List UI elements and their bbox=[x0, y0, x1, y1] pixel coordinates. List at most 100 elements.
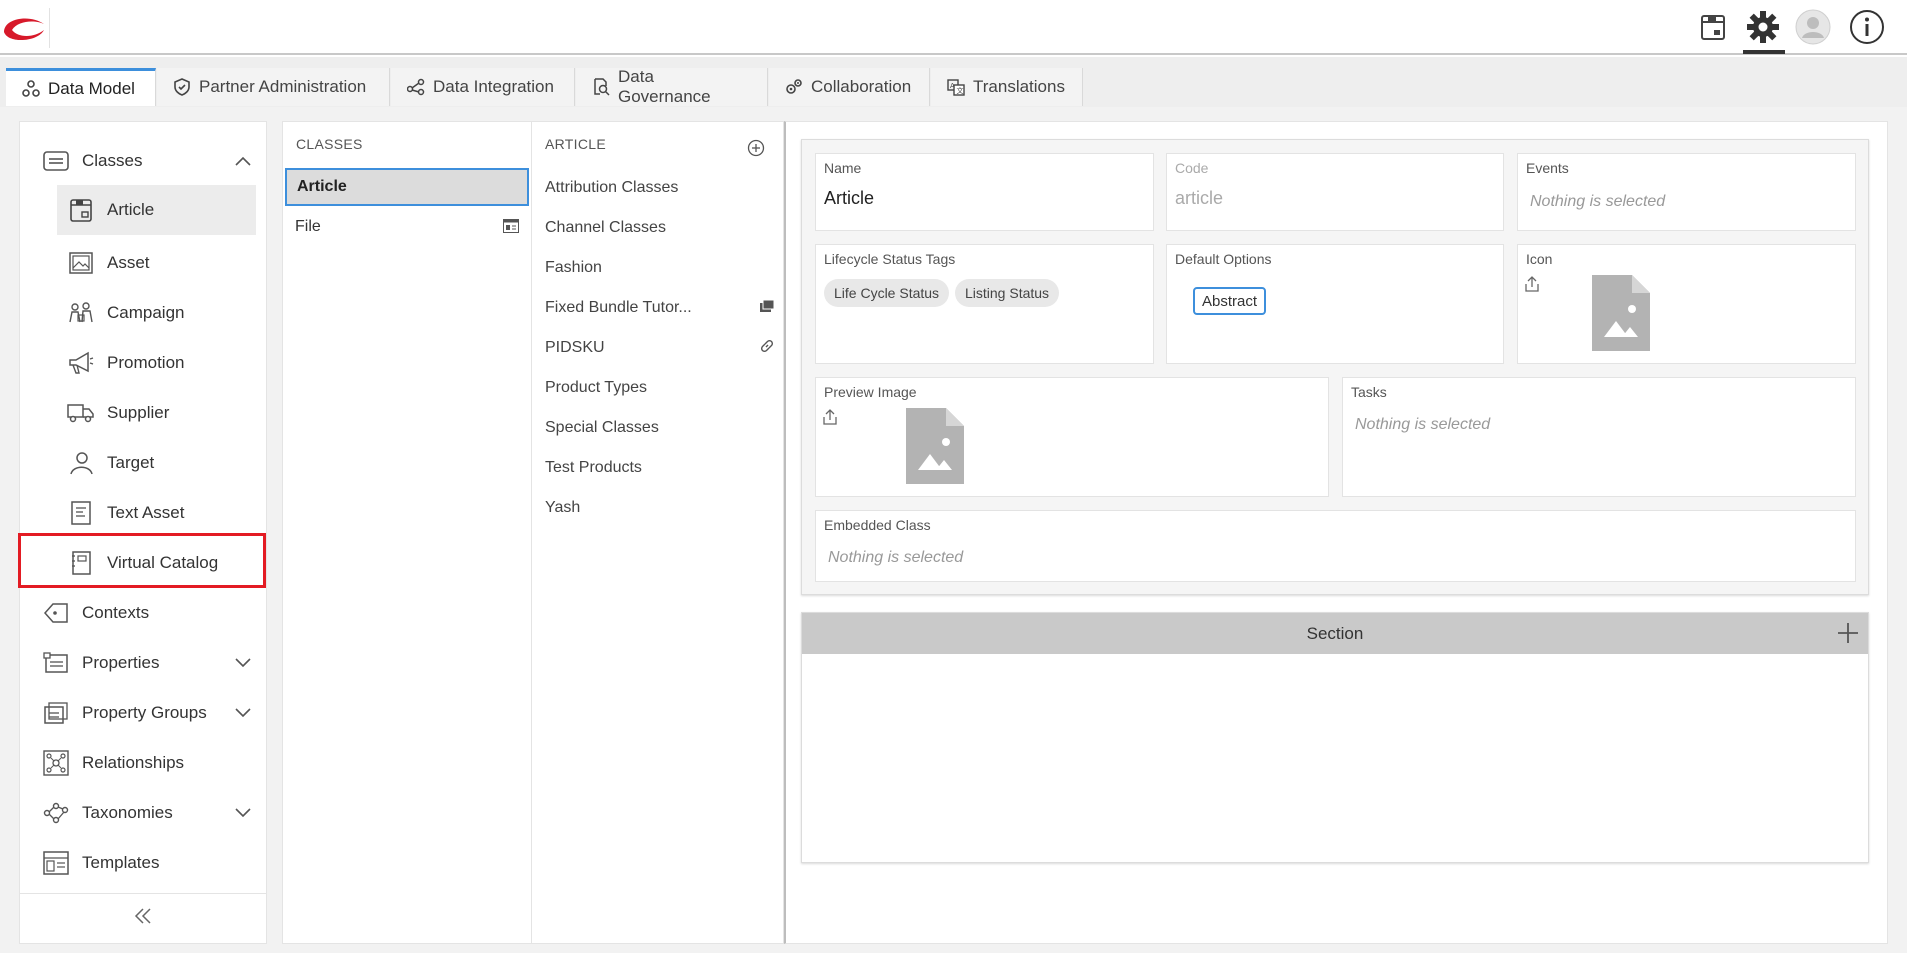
subclass-row[interactable]: Attribution Classes bbox=[545, 173, 775, 203]
lifecycle-tags-field[interactable]: Lifecycle Status Tags Life Cycle Status … bbox=[815, 244, 1154, 364]
tasks-field[interactable]: Tasks Nothing is selected bbox=[1342, 377, 1856, 497]
nav-item-text-asset[interactable]: Text Asset bbox=[20, 488, 267, 538]
tab-data-integration[interactable]: Data Integration bbox=[391, 68, 575, 106]
list-card-icon bbox=[42, 147, 70, 175]
nav-label: Property Groups bbox=[82, 703, 207, 722]
user-avatar-icon[interactable] bbox=[1794, 8, 1832, 46]
double-chevron-left-icon bbox=[134, 908, 152, 929]
nav-item-asset[interactable]: Asset bbox=[20, 238, 267, 288]
subclass-row[interactable]: Yash bbox=[545, 493, 775, 523]
shield-icon bbox=[174, 78, 190, 96]
tab-partner-administration[interactable]: Partner Administration bbox=[157, 68, 390, 106]
nav-label: Target bbox=[107, 453, 155, 472]
subclass-label: Attribution Classes bbox=[545, 179, 679, 196]
module-tabs: Data Model Partner Administration Data I… bbox=[0, 57, 1907, 107]
field-label: Icon bbox=[1526, 251, 1553, 267]
nav-label: Campaign bbox=[107, 303, 185, 322]
document-search-icon bbox=[594, 78, 610, 96]
nav-label: Virtual Catalog bbox=[107, 553, 219, 572]
subclass-row[interactable]: Special Classes bbox=[545, 413, 775, 443]
field-label: Lifecycle Status Tags bbox=[824, 251, 956, 267]
collapse-sidebar-button[interactable] bbox=[20, 893, 266, 943]
classes-panel: CLASSES Article File bbox=[282, 121, 532, 944]
share-nodes-icon bbox=[407, 78, 425, 96]
nav-label: Relationships bbox=[82, 753, 185, 772]
nav-item-article[interactable]: Article bbox=[57, 185, 256, 235]
empty-value: Nothing is selected bbox=[1530, 193, 1666, 210]
tab-label: Data Model bbox=[48, 78, 135, 98]
nav-relationships[interactable]: Relationships bbox=[20, 738, 267, 788]
section-title: Section bbox=[1306, 623, 1364, 643]
catalog-icon[interactable] bbox=[1694, 8, 1732, 46]
layout-icon bbox=[503, 219, 519, 238]
code-value: article bbox=[1175, 188, 1224, 208]
subclass-row[interactable]: Channel Classes bbox=[545, 213, 775, 243]
tab-data-governance[interactable]: Data Governance bbox=[576, 67, 768, 106]
chevron-up-icon[interactable] bbox=[235, 151, 251, 171]
settings-gear-icon[interactable] bbox=[1744, 8, 1782, 46]
default-options-field: Default Options Abstract bbox=[1166, 244, 1504, 364]
subclass-label: Special Classes bbox=[545, 419, 659, 436]
bundle-icon bbox=[759, 299, 775, 318]
info-icon[interactable] bbox=[1848, 8, 1886, 46]
subclass-label: Yash bbox=[545, 499, 581, 516]
abstract-toggle[interactable]: Abstract bbox=[1193, 287, 1267, 315]
subclass-row[interactable]: Fixed Bundle Tutor... bbox=[545, 293, 775, 323]
nav-templates[interactable]: Templates bbox=[20, 838, 267, 888]
class-row-article[interactable]: Article bbox=[285, 168, 529, 206]
subclass-row[interactable]: Fashion bbox=[545, 253, 775, 283]
field-label: Name bbox=[824, 160, 862, 176]
code-field: Code article bbox=[1166, 153, 1504, 231]
nav-taxonomies[interactable]: Taxonomies bbox=[20, 788, 267, 838]
tab-collaboration[interactable]: Collaboration bbox=[769, 68, 930, 106]
nav-item-supplier[interactable]: Supplier bbox=[20, 388, 267, 438]
image-placeholder-icon bbox=[1592, 275, 1650, 356]
tab-label: Data Governance bbox=[618, 67, 711, 106]
nav-property-groups[interactable]: Property Groups bbox=[20, 688, 267, 738]
brand-logo[interactable] bbox=[0, 8, 50, 48]
nav-contexts[interactable]: Contexts bbox=[20, 588, 267, 638]
upload-icon[interactable] bbox=[822, 408, 838, 431]
tag-chip[interactable]: Listing Status bbox=[955, 279, 1060, 307]
nav-item-campaign[interactable]: Campaign bbox=[20, 288, 267, 338]
taxonomy-icon bbox=[42, 799, 70, 827]
chevron-down-icon[interactable] bbox=[235, 803, 251, 823]
field-label: Preview Image bbox=[824, 384, 917, 400]
tag-icon bbox=[42, 599, 70, 627]
nav-label: Text Asset bbox=[107, 503, 185, 522]
tab-translations[interactable]: A文 Translations bbox=[931, 68, 1083, 106]
subclass-label: Product Types bbox=[545, 379, 647, 396]
name-value[interactable]: Article bbox=[824, 188, 874, 209]
subclass-row[interactable]: Test Products bbox=[545, 453, 775, 483]
upload-icon[interactable] bbox=[1524, 275, 1540, 298]
plus-icon[interactable] bbox=[1836, 621, 1860, 650]
property-groups-icon bbox=[42, 699, 70, 727]
nav-classes[interactable]: Classes bbox=[20, 139, 267, 183]
nav-label: Supplier bbox=[107, 403, 170, 422]
add-circle-icon[interactable] bbox=[747, 139, 765, 162]
nav-item-promotion[interactable]: Promotion bbox=[20, 338, 267, 388]
nav-item-virtual-catalog[interactable]: Virtual Catalog bbox=[20, 538, 267, 588]
subclass-row[interactable]: PIDSKU bbox=[545, 333, 775, 363]
catalog-book-icon bbox=[67, 549, 95, 577]
tab-data-model[interactable]: Data Model bbox=[6, 68, 156, 106]
gears-icon bbox=[786, 79, 802, 94]
svg-text:A: A bbox=[950, 82, 955, 90]
class-label: Article bbox=[297, 178, 347, 195]
active-indicator bbox=[1743, 50, 1785, 54]
subclass-row[interactable]: Product Types bbox=[545, 373, 775, 403]
nav-item-target[interactable]: Target bbox=[20, 438, 267, 488]
chevron-down-icon[interactable] bbox=[235, 653, 251, 673]
name-field[interactable]: Name Article bbox=[815, 153, 1154, 231]
properties-icon bbox=[42, 649, 70, 677]
translate-icon: A文 bbox=[947, 79, 965, 96]
class-row-file[interactable]: File bbox=[285, 208, 529, 246]
nav-properties[interactable]: Properties bbox=[20, 638, 267, 688]
tag-chip[interactable]: Life Cycle Status bbox=[824, 279, 950, 307]
article-box-icon bbox=[67, 196, 95, 224]
events-field[interactable]: Events Nothing is selected bbox=[1517, 153, 1856, 231]
embedded-class-field[interactable]: Embedded Class Nothing is selected bbox=[815, 510, 1856, 582]
svg-text:文: 文 bbox=[957, 86, 964, 95]
empty-value: Nothing is selected bbox=[828, 549, 964, 566]
chevron-down-icon[interactable] bbox=[235, 703, 251, 723]
